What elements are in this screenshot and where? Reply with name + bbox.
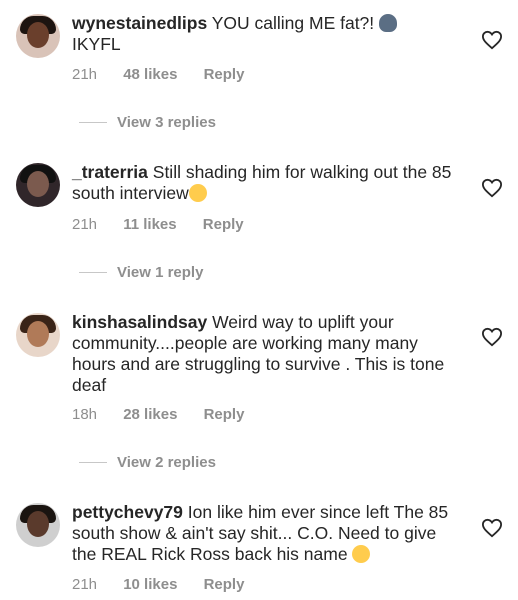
divider <box>79 462 107 463</box>
comment-username[interactable]: _traterria <box>72 162 148 182</box>
avatar[interactable] <box>16 503 60 547</box>
view-replies-label: View 3 replies <box>117 114 216 131</box>
avatar[interactable] <box>16 14 60 58</box>
comment-text: wynestainedlips YOU calling ME fat?! IKY… <box>72 13 462 55</box>
speaking-head-emoji <box>379 14 398 32</box>
comment-body-tail: IKYFL <box>72 34 121 54</box>
comment-meta: 18h 28 likes Reply <box>72 406 266 423</box>
divider <box>79 122 107 123</box>
comment-likes[interactable]: 11 likes <box>123 216 176 233</box>
avatar[interactable] <box>16 163 60 207</box>
comment-time: 21h <box>72 216 98 233</box>
comment-likes[interactable]: 10 likes <box>123 576 177 593</box>
comment-username[interactable]: pettychevy79 <box>72 502 183 522</box>
reply-button[interactable]: Reply <box>204 66 245 83</box>
comment-text: kinshasalindsay Weird way to uplift your… <box>72 312 462 396</box>
comment-text: _traterria Still shading him for walking… <box>72 162 462 204</box>
comment-likes[interactable]: 48 likes <box>123 66 177 83</box>
heart-outline-icon[interactable] <box>481 30 503 50</box>
reply-button[interactable]: Reply <box>203 216 244 233</box>
view-replies-label: View 2 replies <box>117 454 216 471</box>
comment-body: YOU calling ME fat?! <box>211 13 375 33</box>
comment-time: 21h <box>72 66 98 83</box>
view-replies-button[interactable]: View 1 reply <box>79 264 203 281</box>
heart-outline-icon[interactable] <box>481 518 503 538</box>
comment-meta: 21h 11 likes Reply <box>72 216 266 233</box>
divider <box>79 272 107 273</box>
avatar[interactable] <box>16 313 60 357</box>
comment-text: pettychevy79 Ion like him ever since lef… <box>72 502 462 565</box>
heart-outline-icon[interactable] <box>481 327 503 347</box>
comment-time: 21h <box>72 576 98 593</box>
comment-meta: 21h 10 likes Reply <box>72 576 266 593</box>
view-replies-button[interactable]: View 2 replies <box>79 454 216 471</box>
comment-time: 18h <box>72 406 98 423</box>
pensive-face-emoji <box>188 184 207 202</box>
view-replies-label: View 1 reply <box>117 264 204 281</box>
pensive-face-emoji <box>352 545 371 563</box>
reply-button[interactable]: Reply <box>204 576 245 593</box>
comment-username[interactable]: kinshasalindsay <box>72 312 207 332</box>
comment-username[interactable]: wynestainedlips <box>72 13 207 33</box>
heart-outline-icon[interactable] <box>481 178 503 198</box>
comment-likes[interactable]: 28 likes <box>123 406 177 423</box>
reply-button[interactable]: Reply <box>204 406 245 423</box>
comment-meta: 21h 48 likes Reply <box>72 66 266 83</box>
view-replies-button[interactable]: View 3 replies <box>79 114 216 131</box>
